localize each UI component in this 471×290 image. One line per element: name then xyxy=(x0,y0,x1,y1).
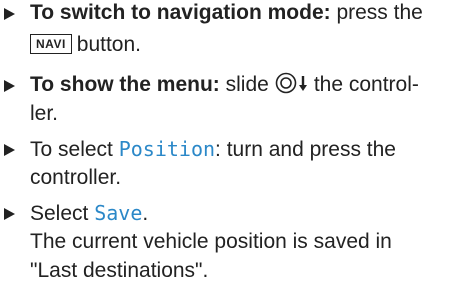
bullet-arrow-icon xyxy=(4,80,15,92)
menu-item-position: Position xyxy=(118,137,216,161)
step-text: press the xyxy=(330,1,423,24)
step-text: controller. xyxy=(30,166,122,189)
step-line: Select Save. xyxy=(30,200,148,226)
step-text: ler. xyxy=(30,102,59,125)
bullet-arrow-icon xyxy=(4,8,15,20)
step-line: To select Position: turn and press the xyxy=(30,136,396,162)
navi-key: NAVI xyxy=(30,34,72,54)
step-text: . xyxy=(142,202,149,225)
controller-slide-down-icon xyxy=(275,72,313,101)
instruction-page: To switch to navigation mode: press the … xyxy=(0,0,471,290)
menu-item-save: Save xyxy=(94,201,143,225)
step-text: button. xyxy=(76,33,142,56)
step-text: : turn and press the xyxy=(215,138,396,161)
result-text: The current vehicle position is saved in xyxy=(30,230,392,253)
step-text: slide xyxy=(219,73,269,96)
step-lead: To show the menu: xyxy=(30,73,220,96)
step-lead: To switch to navigation mode: xyxy=(30,1,331,24)
step-line: To show the menu: slide the control- xyxy=(30,72,419,98)
step-line: ler. xyxy=(30,101,58,127)
step-line: controller. xyxy=(30,165,121,191)
step-line: NAVI button. xyxy=(30,32,141,58)
bullet-arrow-icon xyxy=(4,144,15,156)
bullet-arrow-icon xyxy=(4,208,15,220)
step-text: the control- xyxy=(313,73,419,96)
result-text: "Last destinations". xyxy=(30,259,209,282)
step-text: Select xyxy=(30,202,95,225)
step-line: To switch to navigation mode: press the xyxy=(30,0,423,26)
step-text: To select xyxy=(30,138,119,161)
